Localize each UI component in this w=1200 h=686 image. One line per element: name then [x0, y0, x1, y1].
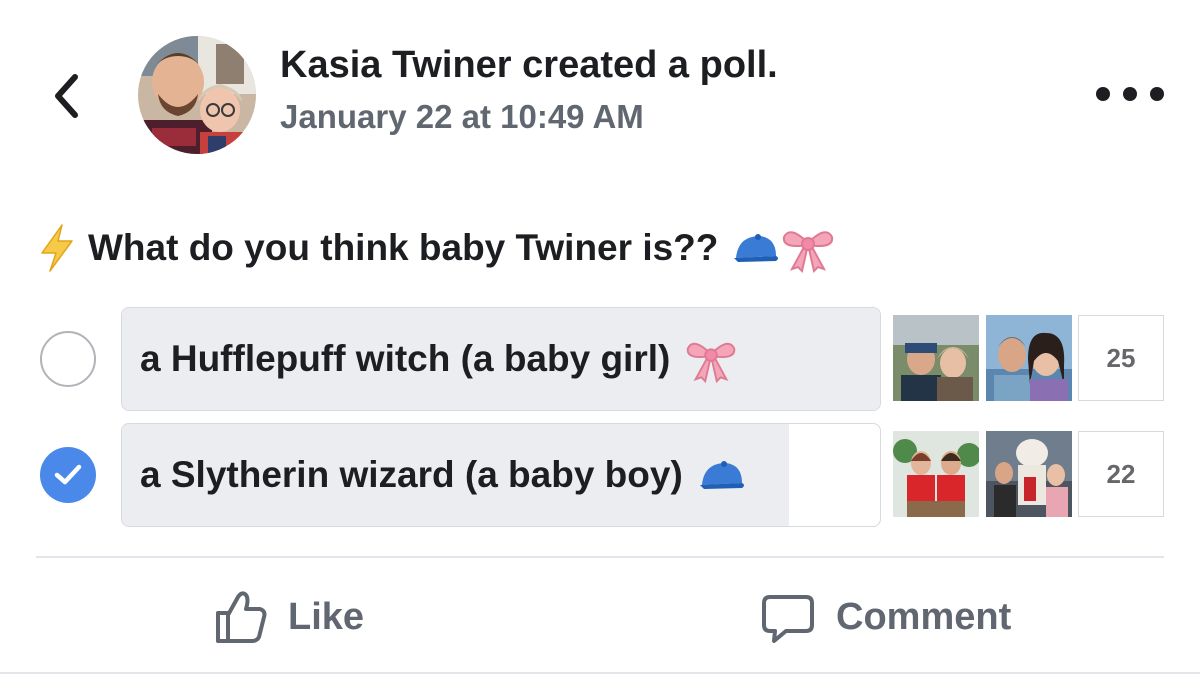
poll-option-girl: a Hufflepuff witch (a baby girl) 25 [0, 307, 1200, 411]
voter-avatar[interactable] [986, 315, 1072, 401]
author-name[interactable]: Kasia Twiner [280, 44, 512, 86]
blue-cap-icon [699, 461, 744, 489]
comment-bubble-icon [762, 595, 814, 643]
poll-question: What do you think baby Twiner is?? [38, 220, 836, 276]
comment-button[interactable]: Comment [760, 582, 1011, 652]
voter-avatar[interactable] [893, 431, 979, 517]
post-action-text: created a poll. [522, 44, 778, 86]
blue-cap-icon [734, 234, 779, 262]
chevron-left-icon [55, 74, 78, 118]
divider [0, 672, 1200, 674]
poll-option-radio[interactable] [40, 331, 96, 387]
vote-count[interactable]: 25 [1078, 315, 1164, 401]
divider [36, 556, 1164, 558]
more-options-button[interactable] [1096, 74, 1164, 114]
voter-avatar[interactable] [986, 431, 1072, 517]
poll-question-text: What do you think baby Twiner is?? [88, 227, 719, 268]
poll-option-label: a Hufflepuff witch (a baby girl) [140, 338, 671, 379]
comment-label: Comment [836, 595, 1012, 638]
post-timestamp[interactable]: January 22 at 10:49 AM [280, 98, 644, 136]
back-button[interactable] [44, 68, 88, 124]
pink-bow-icon [687, 342, 736, 384]
poll-option-boy: a Slytherin wizard (a baby boy) 22 [0, 423, 1200, 527]
more-options-icon [1096, 87, 1110, 101]
lightning-icon [41, 224, 73, 272]
poll-option-bar[interactable]: a Slytherin wizard (a baby boy) [121, 423, 881, 527]
post-header-line: Kasia Twiner created a poll. [280, 44, 778, 87]
poll-option-bar[interactable]: a Hufflepuff witch (a baby girl) [121, 307, 881, 411]
thumbs-up-icon [216, 591, 267, 643]
pink-bow-icon [783, 231, 834, 273]
vote-count[interactable]: 22 [1078, 431, 1164, 517]
like-button[interactable]: Like [212, 582, 364, 652]
like-label: Like [288, 595, 365, 638]
poll-option-radio[interactable] [40, 447, 96, 503]
voter-avatar[interactable] [893, 315, 979, 401]
check-icon [54, 464, 82, 485]
author-avatar[interactable] [138, 36, 256, 154]
poll-option-label: a Slytherin wizard (a baby boy) [140, 454, 683, 495]
